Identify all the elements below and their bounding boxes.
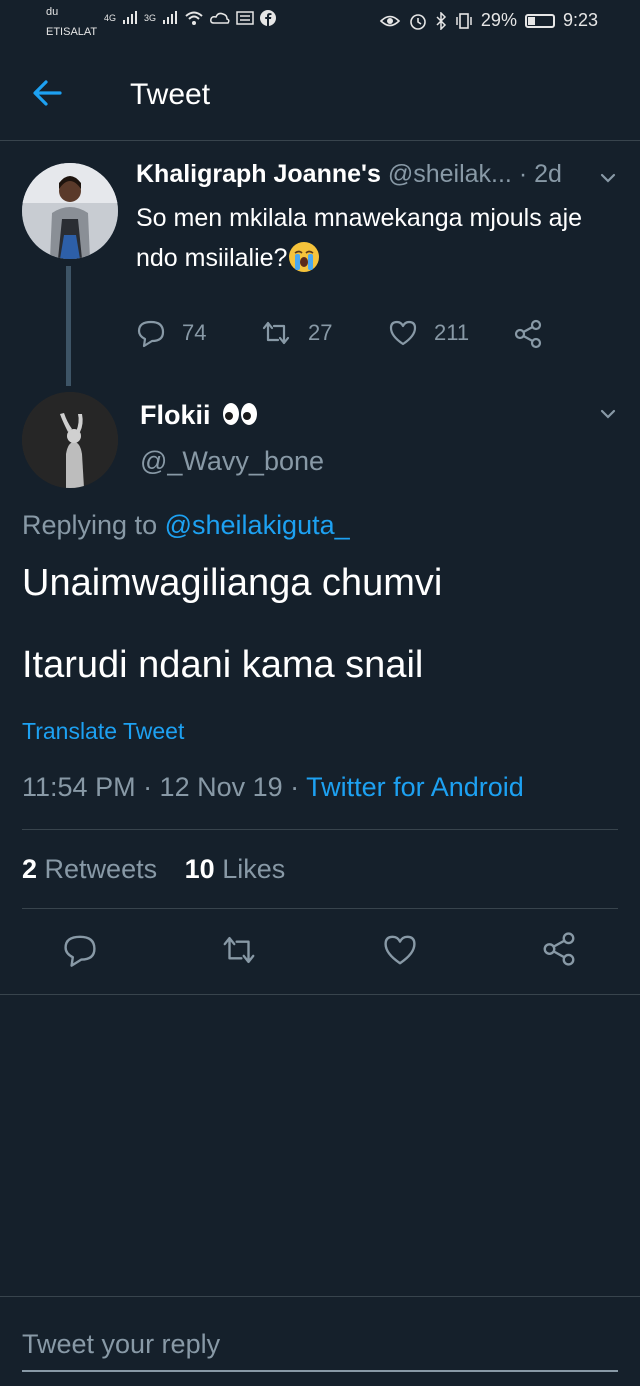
signal-4g-label: 4G (104, 13, 117, 23)
alarm-icon (410, 13, 426, 30)
tweet-stats: 2 Retweets 10 Likes (22, 854, 285, 885)
retweets-stat-count: 2 (22, 854, 38, 884)
news-icon (236, 11, 254, 25)
parent-tweet-body: So men mkilala mnawekanga mjouls aje ndo… (136, 204, 583, 272)
page-title: Tweet (130, 78, 211, 111)
like-button[interactable] (382, 932, 418, 973)
parent-tweet-age: · 2d (518, 160, 562, 188)
header-divider (0, 140, 640, 141)
reply-icon (137, 320, 165, 348)
tweet-text-line: Itarudi ndani kama snail (22, 644, 424, 686)
chevron-down-icon (600, 409, 616, 419)
back-button[interactable] (30, 76, 70, 112)
heart-icon (389, 320, 417, 346)
main-author-name: Flokii (140, 400, 211, 430)
clock: 9:23 (562, 10, 598, 30)
signal-bars-icon (163, 11, 178, 24)
likes-stat-count: 10 (184, 854, 215, 884)
tweet-meta: 11:54 PM · 12 Nov 19 · Twitter for Andro… (22, 772, 524, 803)
divider (22, 908, 618, 909)
carrier-name-bottom: ETISALAT (46, 26, 98, 38)
parent-tweet-header: Khaligraph Joanne's @sheilak... · 2d (136, 160, 562, 189)
parent-author-name[interactable]: Khaligraph Joanne's (136, 160, 381, 188)
signal-3g-label: 3G (144, 13, 157, 23)
likes-stat[interactable]: 10 Likes (185, 854, 286, 884)
avatar[interactable] (22, 392, 118, 488)
carrier-name-top: du (46, 6, 59, 18)
parent-tweet-menu-button[interactable] (596, 166, 622, 192)
reply-bar-divider (0, 1296, 640, 1297)
signal-indicators: 4G 3G (104, 10, 277, 26)
status-bar: du ETISALAT 4G 3G 29% 9:23 (0, 0, 640, 44)
battery-icon (524, 13, 555, 28)
replying-to: Replying to @sheilakiguta_ (22, 510, 350, 541)
retweet-icon (262, 321, 290, 345)
eye-comfort-icon (379, 15, 401, 26)
battery-fill (527, 16, 536, 25)
tweet-source-link[interactable]: Twitter for Android (306, 772, 524, 802)
retweet-action[interactable]: 27 (260, 318, 332, 348)
reply-button[interactable] (62, 932, 98, 973)
reply-input[interactable] (22, 1318, 618, 1372)
retweet-button[interactable] (220, 932, 258, 973)
battery-percent: 29% (480, 10, 517, 30)
signal-bars-icon (123, 11, 138, 24)
tweet-text-line: Unaimwagilianga chumvi (22, 562, 443, 604)
translate-tweet-link[interactable]: Translate Tweet (22, 718, 184, 745)
avatar[interactable] (22, 163, 118, 259)
profile-photo-man (22, 392, 118, 488)
arrow-left-icon (33, 80, 62, 106)
share-icon (543, 932, 575, 966)
like-count: 211 (434, 320, 470, 345)
status-right-group: 29% 9:23 (379, 10, 598, 31)
replying-to-label: Replying to (22, 510, 158, 540)
reply-icon (64, 935, 96, 967)
parent-tweet-actions: 74 27 211 (136, 318, 616, 354)
thread-line (66, 266, 71, 386)
eyes-icon (222, 401, 258, 434)
main-tweet-menu-button[interactable] (596, 402, 622, 428)
likes-stat-label: Likes (222, 854, 286, 884)
like-action[interactable]: 211 (388, 318, 469, 348)
facebook-icon (260, 10, 277, 26)
vibrate-icon (456, 12, 472, 29)
share-action[interactable] (512, 318, 544, 350)
wifi-icon (185, 11, 203, 25)
share-icon (514, 319, 542, 349)
divider (22, 829, 618, 830)
main-tweet-actions (0, 928, 640, 976)
retweet-icon (223, 936, 255, 964)
share-button[interactable] (540, 930, 578, 973)
tweet-timestamp: 11:54 PM · 12 Nov 19 · (22, 772, 307, 802)
loudly-crying-face-icon (289, 242, 320, 272)
divider (0, 994, 640, 995)
main-author-handle[interactable]: @_Wavy_bone (140, 446, 324, 477)
parent-tweet-text: So men mkilala mnawekanga mjouls aje ndo… (136, 198, 626, 278)
retweets-stat-label: Retweets (44, 854, 158, 884)
reply-count: 74 (182, 320, 207, 345)
replying-to-handle-link[interactable]: @sheilakiguta_ (165, 510, 350, 540)
chevron-down-icon (600, 173, 616, 183)
retweets-stat[interactable]: 2 Retweets (22, 854, 157, 884)
cloud-icon (210, 12, 230, 24)
bluetooth-icon (436, 11, 446, 30)
reply-action[interactable]: 74 (136, 318, 206, 348)
retweet-count: 27 (308, 320, 333, 345)
parent-author-handle[interactable]: @sheilak... (388, 160, 512, 188)
main-author-name-row[interactable]: Flokii (140, 400, 258, 434)
heart-icon (384, 935, 416, 965)
profile-photo-woman (22, 163, 118, 259)
